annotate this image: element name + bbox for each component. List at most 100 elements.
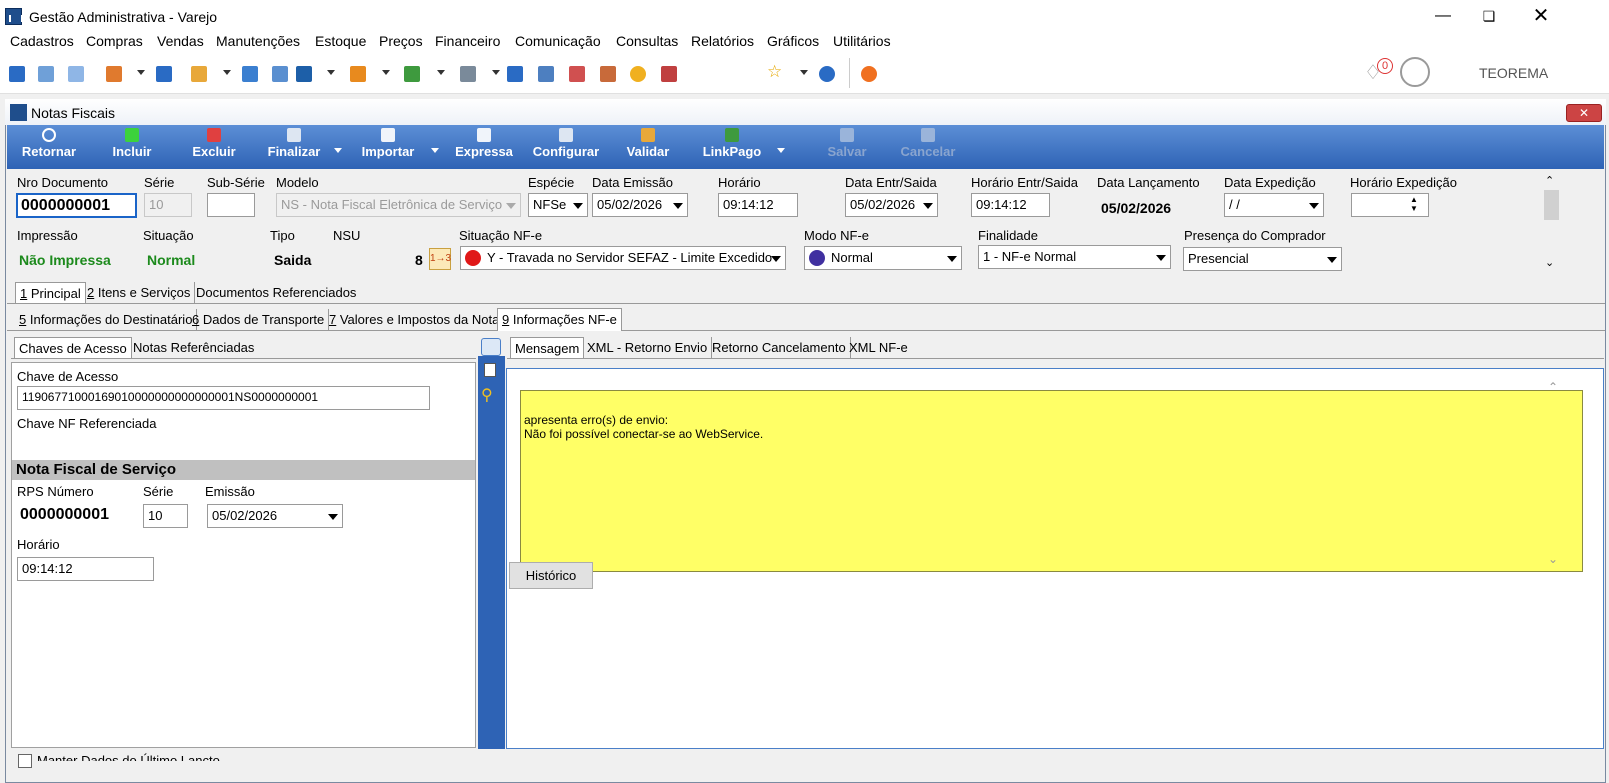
menu-precos[interactable]: Preços [377, 33, 425, 49]
menu-compras[interactable]: Compras [84, 33, 145, 49]
menu-graficos[interactable]: Gráficos [765, 33, 821, 49]
child-close-button[interactable]: ✕ [1566, 104, 1602, 122]
person-icon[interactable] [242, 66, 258, 82]
hierarchy-icon[interactable] [106, 66, 122, 82]
menu-vendas[interactable]: Vendas [155, 33, 206, 49]
message-scrollbar[interactable] [1545, 377, 1562, 567]
retornar-button[interactable]: Retornar [18, 128, 80, 159]
folder-icon[interactable] [191, 66, 207, 82]
linkpago-dropdown-icon[interactable] [777, 148, 785, 153]
configurar-button[interactable]: Configurar [530, 128, 602, 159]
menu-manutencoes[interactable]: Manutenções [214, 33, 302, 49]
card-icon[interactable] [68, 66, 84, 82]
power-icon[interactable] [861, 66, 877, 82]
users-icon[interactable] [38, 66, 54, 82]
salvar-button[interactable]: Salvar [822, 128, 872, 159]
lock-icon[interactable] [630, 66, 646, 82]
data-exped-field[interactable]: / / [1224, 193, 1324, 217]
restore-button[interactable]: ❏ [1466, 4, 1512, 30]
subserie-field[interactable] [207, 193, 255, 217]
nsu-sequence-icon[interactable]: 1→3 [429, 248, 451, 270]
historico-button[interactable]: Histórico [509, 562, 593, 589]
dropdown-arrow-icon[interactable] [137, 70, 145, 75]
tab-chaves-acesso[interactable]: Chaves de Acesso [14, 337, 132, 358]
document-icon[interactable] [156, 66, 172, 82]
tab-notas-referenciadas[interactable]: Notas Referênciadas [129, 337, 258, 358]
situacao-nfe-select[interactable]: Y - Travada no Servidor SEFAZ - Limite E… [460, 246, 786, 270]
rps-serie-field[interactable]: 10 [143, 504, 188, 528]
tab-valores[interactable]: 7 Valores e Impostos da Nota [325, 309, 505, 330]
money-icon[interactable] [404, 66, 420, 82]
menu-financeiro[interactable]: Financeiro [433, 33, 502, 49]
report-icon[interactable] [661, 66, 677, 82]
tab-informacoes-nfe[interactable]: 9 Informações NF-e [497, 308, 622, 331]
horario-field[interactable]: 09:14:12 [718, 193, 798, 217]
spinner-icon[interactable]: ▲ ▼ [1410, 195, 1418, 213]
finalidade-select[interactable]: 1 - NF-e Normal [978, 245, 1171, 269]
expressa-button[interactable]: Expressa [452, 128, 516, 159]
dropdown-arrow-icon[interactable] [437, 70, 445, 75]
excluir-button[interactable]: Excluir [190, 128, 238, 159]
tab-mensagem[interactable]: Mensagem [510, 337, 585, 358]
scroll-down-icon[interactable]: ⌄ [1548, 552, 1558, 566]
minimize-button[interactable]: — [1420, 4, 1466, 30]
tab-destinatario[interactable]: 5 Informações do Destinatário [15, 309, 198, 330]
menu-comunicacao[interactable]: Comunicação [513, 33, 603, 49]
close-button[interactable]: ✕ [1518, 4, 1564, 30]
favorite-star-icon[interactable]: ☆ [767, 62, 782, 82]
cart-icon[interactable] [296, 66, 312, 82]
serie-field[interactable]: 10 [144, 193, 192, 217]
menu-estoque[interactable]: Estoque [313, 33, 368, 49]
menu-consultas[interactable]: Consultas [614, 33, 680, 49]
magnifier-icon[interactable]: ⚲ [481, 385, 493, 405]
modelo-select[interactable]: NS - Nota Fiscal Eletrônica de Serviço [276, 193, 521, 217]
modo-nfe-select[interactable]: Normal [804, 246, 962, 270]
clients-icon[interactable] [9, 66, 25, 82]
spreadsheet-icon[interactable] [507, 66, 523, 82]
menu-utilitarios[interactable]: Utilitários [831, 33, 893, 49]
finalizar-dropdown-icon[interactable] [334, 148, 342, 153]
manter-checkbox[interactable] [18, 754, 32, 768]
linkpago-button[interactable]: LinkPago [699, 128, 765, 159]
tab-xml-nfe[interactable]: XML NF-e [845, 337, 912, 358]
calendar-icon[interactable] [569, 66, 585, 82]
scroll-thumb[interactable] [1544, 190, 1559, 220]
dropdown-arrow-icon[interactable] [492, 70, 500, 75]
chave-field[interactable]: 11906771000169010000000000000001NS000000… [17, 386, 430, 410]
finalizar-button[interactable]: Finalizar [264, 128, 324, 159]
tab-xml-retorno-envio[interactable]: XML - Retorno Envio [583, 337, 713, 358]
rps-horario-field[interactable]: 09:14:12 [17, 557, 154, 581]
user-avatar[interactable] [1400, 57, 1430, 87]
data-entr-field[interactable]: 05/02/2026 [845, 193, 938, 217]
tab-retorno-cancelamento[interactable]: Retorno Cancelamento [708, 337, 851, 358]
dropdown-arrow-icon[interactable] [800, 70, 808, 75]
tab-transporte[interactable]: 6 Dados de Transporte [188, 309, 330, 330]
printer-icon[interactable] [460, 66, 476, 82]
scroll-up-icon[interactable]: ⌃ [1548, 380, 1558, 394]
cancelar-button[interactable]: Cancelar [896, 128, 960, 159]
incluir-button[interactable]: Incluir [108, 128, 156, 159]
importar-dropdown-icon[interactable] [431, 148, 439, 153]
info-icon[interactable] [819, 66, 835, 82]
message-box[interactable]: apresenta erro(s) de envio: Não foi poss… [520, 390, 1583, 572]
scroll-up-icon[interactable]: ⌃ [1545, 174, 1554, 187]
especie-select[interactable]: NFSe [528, 193, 588, 217]
emissao-field[interactable]: 05/02/2026 [207, 504, 343, 528]
nro-documento-field[interactable]: 0000000001 [16, 193, 137, 218]
data-emissao-field[interactable]: 05/02/2026 [592, 193, 688, 217]
expand-panel-icon[interactable] [481, 338, 501, 356]
validar-button[interactable]: Validar [622, 128, 674, 159]
scroll-down-icon[interactable]: ⌄ [1545, 256, 1554, 269]
tab-principal[interactable]: 1 Principal [15, 282, 86, 303]
dropdown-arrow-icon[interactable] [327, 70, 335, 75]
menu-cadastros[interactable]: Cadastros [8, 33, 76, 49]
calendar-settings-icon[interactable] [600, 66, 616, 82]
importar-button[interactable]: Importar [355, 128, 421, 159]
dropdown-arrow-icon[interactable] [382, 70, 390, 75]
menu-relatorios[interactable]: Relatórios [689, 33, 756, 49]
dropdown-arrow-icon[interactable] [223, 70, 231, 75]
checklist-icon[interactable] [484, 363, 496, 377]
horario-entr-field[interactable]: 09:14:12 [971, 193, 1050, 217]
invoice-icon[interactable] [272, 66, 288, 82]
box-icon[interactable] [350, 66, 366, 82]
